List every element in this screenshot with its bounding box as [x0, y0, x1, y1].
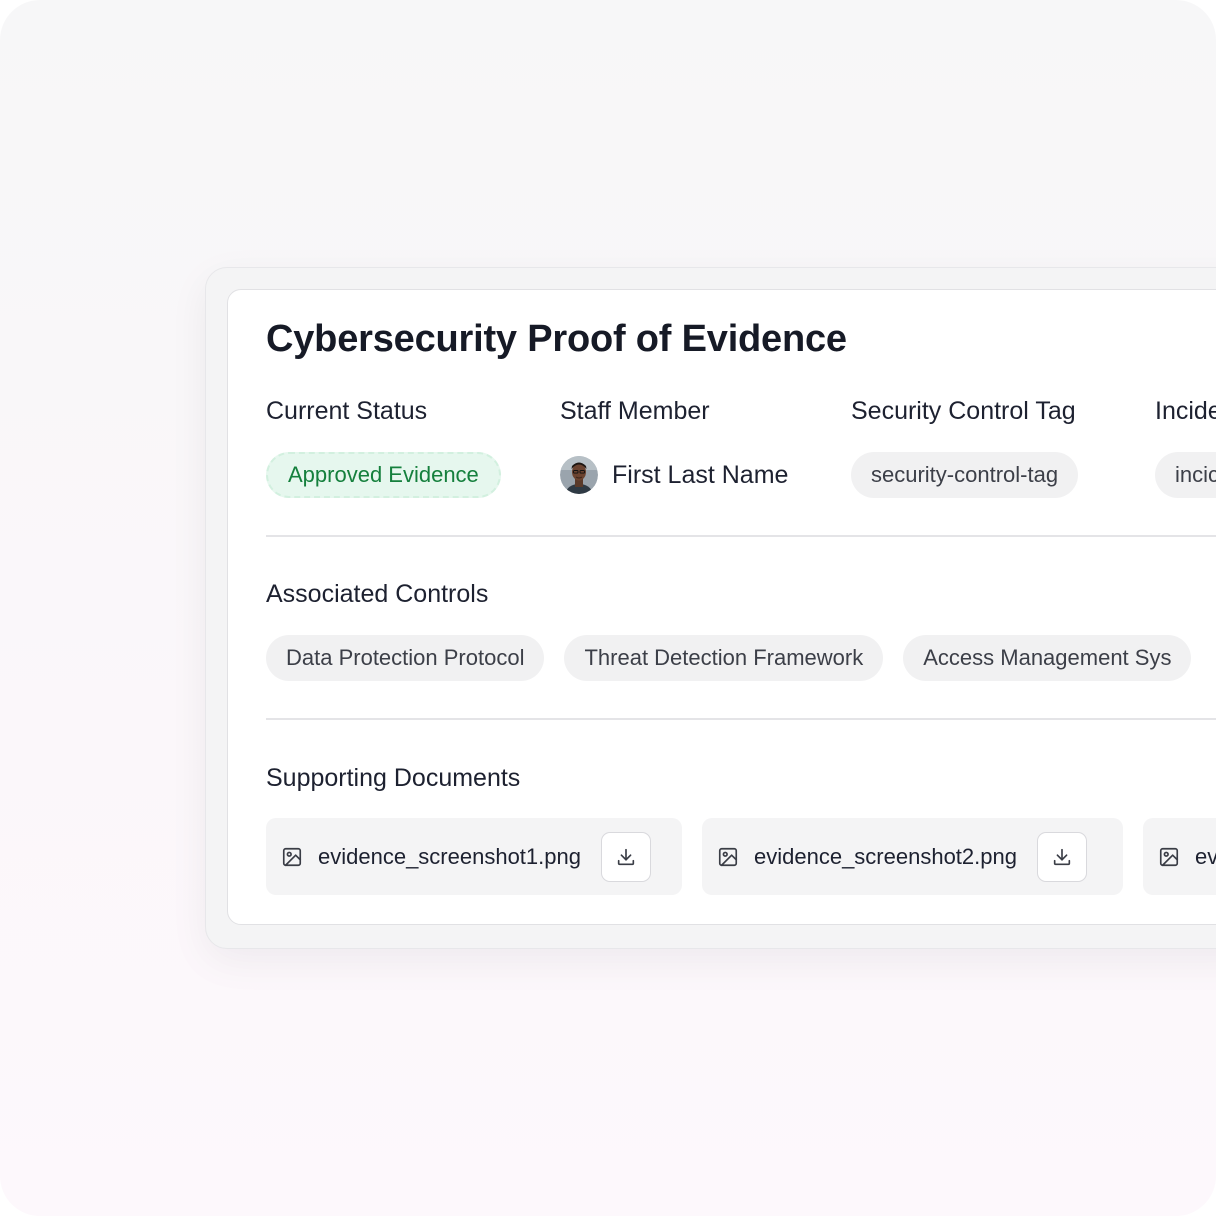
download-button[interactable] [600, 831, 651, 882]
incident-tag[interactable]: incic [1155, 452, 1216, 498]
download-button[interactable] [1036, 831, 1087, 882]
control-chip-label: Access Management Sys [923, 645, 1172, 670]
image-file-icon [716, 845, 740, 869]
tag-field: Security Control Tag security-control-ta… [851, 394, 1079, 498]
page-background: Cybersecurity Proof of Evidence Current … [0, 0, 1216, 1216]
control-chip[interactable]: Data Protection Protocol [266, 635, 545, 681]
control-chip-label: Threat Detection Framework [584, 645, 864, 670]
staff-field: Staff Member First Last Name [560, 394, 788, 494]
supporting-documents-list: evidence_screenshot1.png evidence_screen… [266, 818, 1216, 895]
document-name: evidence_screenshot2.png [754, 843, 1017, 869]
control-chip-label: Data Protection Protocol [286, 645, 525, 670]
card-content: Cybersecurity Proof of Evidence Current … [266, 290, 1216, 924]
control-chip[interactable]: Threat Detection Framework [564, 635, 884, 681]
tag-label: Security Control Tag [851, 397, 1076, 425]
tag-text: security-control-tag [871, 462, 1059, 487]
status-field: Current Status Approved Evidence [266, 394, 501, 498]
incident-tag-text: incic [1175, 462, 1216, 487]
document-name: evidence_screenshot1.png [318, 843, 581, 869]
associated-controls-list: Data Protection Protocol Threat Detectio… [266, 635, 1192, 681]
divider [266, 718, 1216, 720]
card-title: Cybersecurity Proof of Evidence [266, 318, 847, 360]
image-file-icon [280, 845, 304, 869]
evidence-card: Cybersecurity Proof of Evidence Current … [227, 289, 1216, 925]
image-file-icon [1157, 845, 1181, 869]
download-icon [1051, 846, 1073, 868]
associated-controls-label: Associated Controls [266, 580, 489, 608]
status-label: Current Status [266, 397, 428, 425]
supporting-documents-label: Supporting Documents [266, 764, 521, 792]
status-badge: Approved Evidence [266, 452, 501, 498]
staff-name: First Last Name [612, 460, 789, 489]
download-icon [615, 846, 637, 868]
document-item[interactable]: ev [1143, 818, 1216, 895]
divider [266, 535, 1216, 537]
control-chip[interactable]: Access Management Sys [903, 635, 1192, 681]
document-item[interactable]: evidence_screenshot2.png [702, 818, 1123, 895]
avatar [560, 456, 598, 494]
document-item[interactable]: evidence_screenshot1.png [266, 818, 682, 895]
document-name: ev [1195, 843, 1216, 869]
security-control-tag[interactable]: security-control-tag [851, 452, 1079, 498]
incident-label: Incide [1155, 397, 1216, 425]
status-badge-text: Approved Evidence [288, 462, 479, 487]
staff-member[interactable]: First Last Name [560, 452, 788, 498]
staff-label: Staff Member [560, 397, 710, 425]
incident-field: Incide incic [1155, 394, 1216, 498]
